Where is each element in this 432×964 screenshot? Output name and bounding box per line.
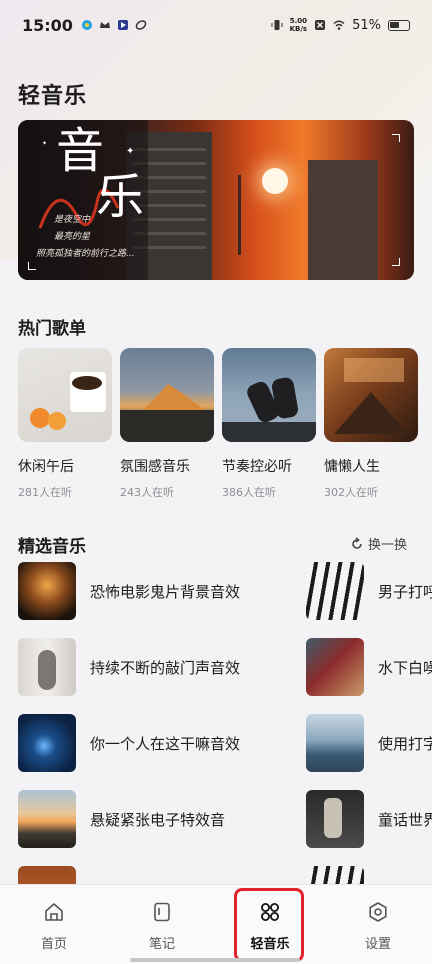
status-time: 15:00 [22,15,73,35]
song-item[interactable]: 使用打字 [306,714,432,772]
notebook-icon [154,902,170,922]
song-title: 悬疑紧张电子特效音 [90,810,226,829]
song-cover [18,714,76,772]
song-title: 你一个人在这干嘛音效 [90,734,241,753]
battery-icon [388,19,410,31]
song-title: 水下白噪 [378,658,432,677]
notification-icons [81,19,147,31]
song-item[interactable]: 悬疑紧张电子特效音 [18,790,225,848]
song-cover [18,638,76,696]
crown-icon [99,22,110,28]
song-title: 使用打字 [378,734,432,753]
playlist-card[interactable]: 节奏控必听 386人在听 [222,348,316,500]
page-title: 轻音乐 [18,84,88,109]
song-title: 持续不断的敲门声音效 [90,658,241,677]
song-item[interactable]: 恐怖电影鬼片背景音效 [18,562,240,620]
nav-label: 首页 [40,937,67,952]
active-tab-highlight [234,888,304,962]
playlist-card[interactable]: 慵懒人生 302人在听 [324,348,418,500]
song-title: 恐怖电影鬼片背景音效 [90,582,241,601]
song-cover [306,562,364,620]
playlist-card[interactable]: 休闲午后 281人在听 [18,348,112,500]
selected-music-title: 精选音乐 [18,537,86,557]
song-cover [306,638,364,696]
network-speed: 5.00 KB/s [289,17,308,33]
nav-home[interactable]: 首页 [0,885,108,964]
playlist-listeners: 386人在听 [222,486,276,499]
banner-sun [262,168,288,194]
song-cover [18,790,76,848]
battery-percent: 51% [352,17,381,33]
playlist-cover [324,348,418,442]
hot-playlists-title: 热门歌单 [18,319,86,339]
song-cover [306,790,364,848]
banner-tower [238,175,241,255]
refresh-icon [352,536,362,549]
hot-playlists: 休闲午后 281人在听 氛围感音乐 243人在听 节奏控必听 386人在听 慵懒… [18,348,418,500]
song-item[interactable]: 男子打呼 [306,562,432,620]
song-item[interactable]: 童话世界 [306,790,432,848]
song-item[interactable]: 水下白噪 [306,638,432,696]
song-cover [306,714,364,772]
home-icon [45,903,63,921]
settings-icon [369,902,387,922]
playlist-name: 休闲午后 [18,459,74,475]
banner-subtitle: 是夜空中 最亮的星 照亮孤独者的前行之路... [36,215,135,259]
system-status: 5.00 KB/s 51% [271,17,410,33]
playlist-name: 氛围感音乐 [120,459,190,475]
song-item[interactable]: 你一个人在这干嘛音效 [18,714,240,772]
playlist-card[interactable]: 氛围感音乐 243人在听 [120,348,214,500]
playlist-name: 节奏控必听 [222,459,292,475]
banner-building-right [308,160,378,280]
banner-headline: 音 乐 [56,123,145,225]
sparkle-icon: ✦ [42,140,48,147]
refresh-button[interactable]: 换一换 [350,534,407,553]
app-notification-icon [81,20,92,30]
nav-settings[interactable]: 设置 [324,885,432,964]
nav-label: 笔记 [148,937,175,952]
corner-mark [28,262,36,270]
hero-banner[interactable]: 音 乐 ✦ ✦ 是夜空中 最亮的星 照亮孤独者的前行之路... [18,120,414,280]
wifi-icon [333,20,345,30]
leaf-icon [135,20,147,30]
home-indicator[interactable] [130,958,300,962]
vibrate-icon [271,20,283,30]
playlist-listeners: 243人在听 [120,486,174,499]
song-title: 男子打呼 [378,582,432,601]
playlist-name: 慵懒人生 [324,459,380,475]
playlist-cover [18,348,112,442]
playlist-cover [120,348,214,442]
refresh-label: 换一换 [368,538,408,553]
playlist-cover [222,348,316,442]
play-notification-icon [117,20,128,30]
corner-mark [392,134,400,142]
song-title: 童话世界 [378,810,432,829]
nav-notes[interactable]: 笔记 [108,885,216,964]
nav-label: 设置 [364,937,391,952]
bottom-nav: 首页 笔记 轻音乐 设置 [0,884,432,964]
sim-off-icon [315,20,326,30]
corner-mark [392,258,400,266]
status-bar: 15:00 5.00 KB/s 51% [0,0,432,50]
song-cover [18,562,76,620]
playlist-listeners: 281人在听 [18,486,72,499]
song-item[interactable]: 持续不断的敲门声音效 [18,638,240,696]
sparkle-icon: ✦ [126,146,135,157]
playlist-listeners: 302人在听 [324,486,378,499]
